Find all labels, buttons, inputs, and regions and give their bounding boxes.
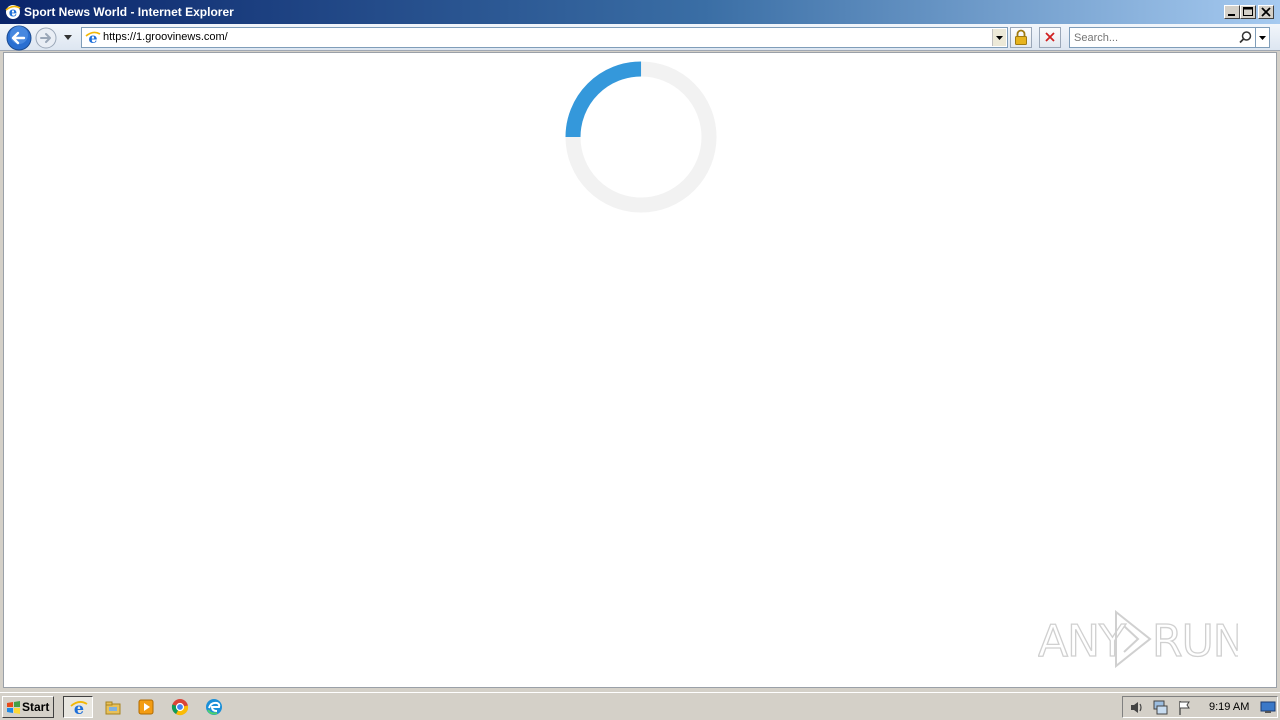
page-content: ANY RUN: [3, 52, 1277, 688]
chrome-icon: [171, 699, 189, 716]
system-tray: 9:19 AM: [1122, 696, 1278, 718]
ie-icon: e: [85, 31, 101, 46]
address-bar[interactable]: e https://1.groovinews.com/: [81, 27, 1008, 48]
maximize-icon: [1243, 7, 1253, 16]
taskbar-app-edge[interactable]: [199, 696, 229, 718]
history-dropdown-icon[interactable]: [63, 32, 73, 42]
security-lock-button[interactable]: [1010, 27, 1032, 48]
show-desktop-icon[interactable]: [1260, 700, 1276, 714]
start-button[interactable]: Start: [2, 696, 54, 718]
taskbar-clock: 9:19 AM: [1209, 701, 1250, 713]
flag-icon[interactable]: [1176, 699, 1193, 716]
window-title: Sport News World - Internet Explorer: [24, 5, 234, 19]
address-url[interactable]: https://1.groovinews.com/: [103, 31, 228, 43]
minimize-button[interactable]: [1224, 5, 1240, 19]
loading-spinner: [565, 61, 717, 213]
taskbar: Start e 9:19 AM: [0, 692, 1280, 720]
lock-icon: [1015, 29, 1027, 45]
search-dropdown-button[interactable]: [1256, 27, 1270, 48]
forward-arrow-icon[interactable]: [35, 27, 57, 49]
search-input[interactable]: [1072, 29, 1236, 46]
windows-flag-icon: [7, 701, 20, 714]
search-box[interactable]: [1069, 27, 1256, 48]
ie-icon: e: [5, 5, 21, 20]
watermark-text-run: RUN: [1152, 616, 1238, 667]
ie-icon: e: [70, 699, 88, 717]
edge-icon: [206, 699, 222, 715]
folder-icon: [105, 701, 121, 715]
taskbar-app-file-explorer[interactable]: [98, 696, 128, 718]
close-icon: [1261, 7, 1271, 17]
stop-button[interactable]: [1039, 27, 1061, 48]
chevron-down-icon: [1259, 36, 1266, 40]
address-dropdown-button[interactable]: [992, 29, 1006, 46]
taskbar-app-media-player[interactable]: [131, 696, 161, 718]
watermark-text-any: ANY: [1038, 616, 1126, 667]
taskbar-app-internet-explorer[interactable]: e: [63, 696, 93, 718]
close-button[interactable]: [1258, 5, 1274, 19]
network-icon[interactable]: [1152, 699, 1169, 716]
media-player-icon: [138, 699, 154, 715]
start-label: Start: [22, 700, 50, 714]
title-bar: e Sport News World - Internet Explorer: [0, 0, 1280, 24]
stop-icon: [1045, 32, 1055, 42]
taskbar-app-chrome[interactable]: [165, 696, 195, 718]
back-arrow-icon[interactable]: [6, 25, 32, 51]
minimize-icon: [1228, 14, 1235, 16]
search-icon[interactable]: [1238, 30, 1253, 45]
chevron-down-icon: [996, 36, 1003, 40]
navigation-toolbar: e https://1.groovinews.com/: [0, 24, 1280, 51]
maximize-button[interactable]: [1240, 5, 1256, 19]
speaker-icon[interactable]: [1128, 699, 1145, 716]
anyrun-watermark: ANY RUN: [1038, 609, 1238, 669]
